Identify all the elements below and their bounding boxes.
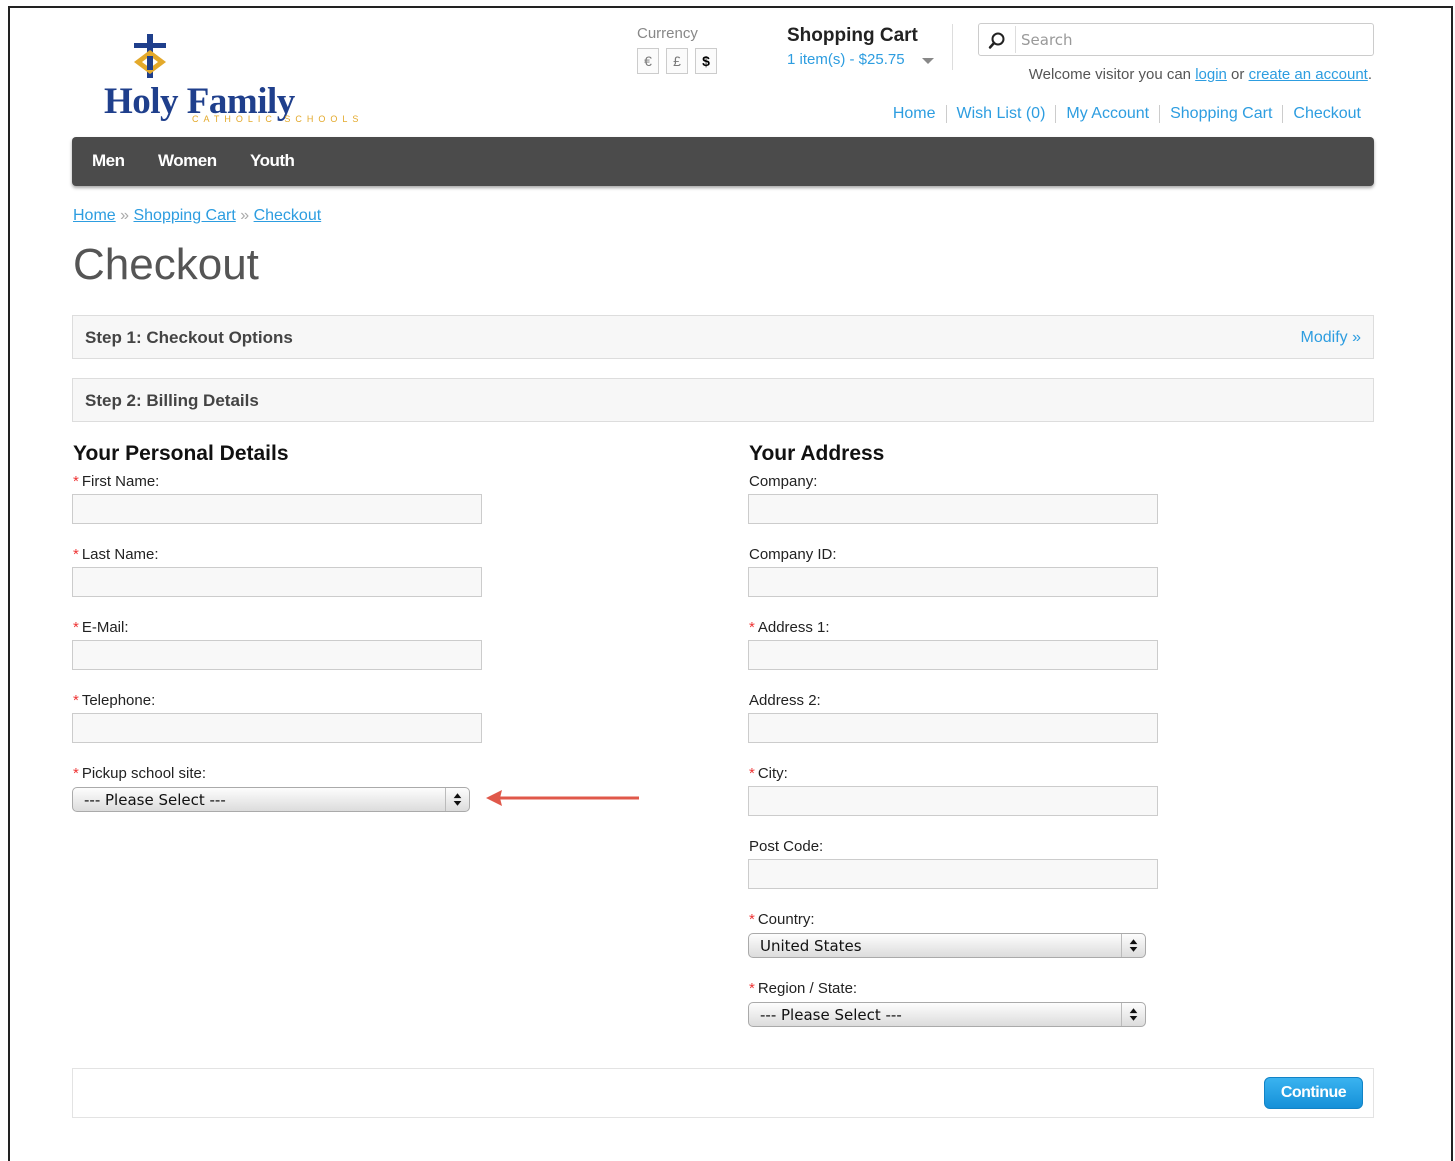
address2-input[interactable] [748,713,1158,743]
breadcrumb-separator: » [115,207,134,224]
email-label: * E-Mail: [73,619,129,636]
required-marker: * [73,692,79,709]
step2-title: Step 2: Billing Details [85,391,259,410]
create-account-link[interactable]: create an account [1249,66,1368,83]
last-name-input[interactable] [72,567,482,597]
cart-summary[interactable]: 1 item(s) - $25.75 [787,51,905,68]
country-label: * Country: [749,911,815,928]
header-divider [952,24,953,70]
region-value: --- Please Select --- [760,1006,902,1024]
menu-item-youth[interactable]: Youth [250,151,295,171]
address-heading: Your Address [749,442,885,465]
login-link[interactable]: login [1195,66,1227,83]
page-title: Checkout [73,240,259,289]
currency-pound-button[interactable]: £ [666,48,688,74]
region-label-text: Region / State: [757,980,858,997]
top-links: Home Wish List (0) My Account Shopping C… [883,105,1361,123]
top-link-cart[interactable]: Shopping Cart [1159,105,1282,123]
breadcrumb-home[interactable]: Home [73,207,116,224]
city-label-text: City: [757,765,788,782]
required-marker: * [749,619,755,636]
currency-dollar-button[interactable]: $ [695,48,717,74]
required-marker: * [73,546,79,563]
top-link-account[interactable]: My Account [1055,105,1159,123]
first-name-label: * First Name: [73,473,159,490]
modify-link[interactable]: Modify » [1301,329,1361,347]
required-marker: * [73,765,79,782]
email-input[interactable] [72,640,482,670]
last-name-label-text: Last Name: [81,546,159,563]
cross-icon [134,34,166,78]
pickup-school-value: --- Please Select --- [84,791,226,809]
country-label-text: Country: [757,911,815,928]
menu-item-women[interactable]: Women [158,151,217,171]
welcome-suffix: . [1367,66,1372,83]
company-id-label: Company ID: [749,546,837,563]
cart-title: Shopping Cart [787,25,918,46]
top-link-wishlist[interactable]: Wish List (0) [945,105,1056,123]
logo-tagline: CATHOLIC SCHOOLS [192,114,364,124]
search-box [978,23,1374,56]
address2-label: Address 2: [749,692,821,709]
post-code-label: Post Code: [749,838,824,855]
menu-item-men[interactable]: Men [92,151,125,171]
main-menu: Men Women Youth [72,137,1374,186]
city-input[interactable] [748,786,1158,816]
pickup-school-label: * Pickup school site: [73,765,206,782]
region-label: * Region / State: [749,980,857,997]
post-code-input[interactable] [748,859,1158,889]
select-arrows-icon [445,788,462,811]
required-marker: * [73,473,79,490]
address1-input[interactable] [748,640,1158,670]
company-input[interactable] [748,494,1158,524]
address1-label-text: Address 1: [757,619,830,636]
city-label: * City: [749,765,788,782]
step1-title: Step 1: Checkout Options [85,328,293,347]
welcome-or: or [1226,66,1249,83]
currency-euro-button[interactable]: € [637,48,659,74]
first-name-input[interactable] [72,494,482,524]
cart-dropdown-icon[interactable] [922,58,934,64]
buttons-bar: Continue [72,1068,1374,1118]
telephone-label: * Telephone: [73,692,155,709]
currency-label: Currency [637,25,698,42]
pickup-school-select[interactable]: --- Please Select --- [72,787,470,812]
address1-label: * Address 1: [749,619,830,636]
annotation-arrow-icon [486,790,639,806]
select-arrows-icon [1121,1003,1138,1026]
top-link-checkout[interactable]: Checkout [1282,105,1361,123]
required-marker: * [749,911,755,928]
last-name-label: * Last Name: [73,546,159,563]
select-arrows-icon [1121,934,1138,957]
required-marker: * [749,980,755,997]
pickup-school-label-text: Pickup school site: [81,765,207,782]
breadcrumb-cart[interactable]: Shopping Cart [133,207,235,224]
telephone-label-text: Telephone: [81,692,156,709]
welcome-message: Welcome visitor you can login or create … [1029,66,1372,83]
step-billing-details: Step 2: Billing Details [72,378,1374,422]
company-label: Company: [749,473,818,490]
holy-family-logo[interactable]: Holy Family CATHOLIC SCHOOLS [100,34,400,130]
region-select[interactable]: --- Please Select --- [748,1002,1146,1027]
required-marker: * [73,619,79,636]
step-checkout-options: Step 1: Checkout Options Modify » [72,315,1374,359]
country-value: United States [760,937,862,955]
personal-details-heading: Your Personal Details [73,442,289,465]
breadcrumb-checkout[interactable]: Checkout [254,207,322,224]
first-name-label-text: First Name: [81,473,160,490]
search-input[interactable] [1021,29,1361,51]
top-link-home[interactable]: Home [883,105,946,123]
welcome-prefix: Welcome visitor you can [1028,66,1196,83]
breadcrumb-separator: » [235,207,254,224]
telephone-input[interactable] [72,713,482,743]
breadcrumb: Home » Shopping Cart » Checkout [73,207,321,225]
search-icon[interactable] [987,31,1007,51]
email-label-text: E-Mail: [81,619,129,636]
country-select[interactable]: United States [748,933,1146,958]
required-marker: * [749,765,755,782]
continue-button[interactable]: Continue [1264,1077,1363,1109]
company-id-input[interactable] [748,567,1158,597]
search-divider [1015,26,1016,53]
